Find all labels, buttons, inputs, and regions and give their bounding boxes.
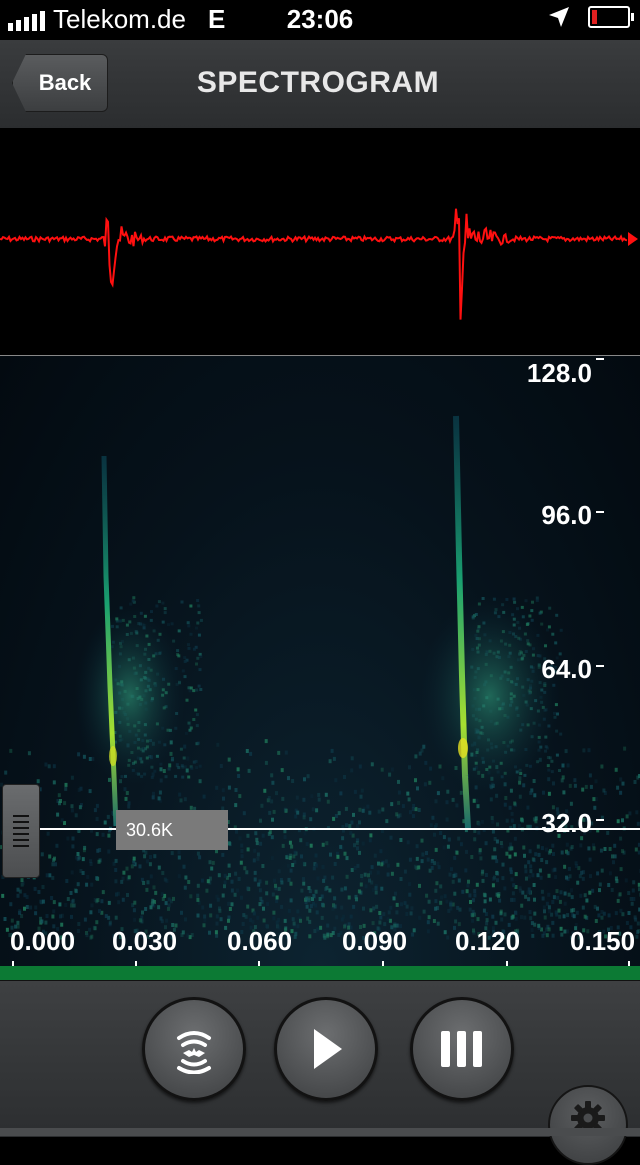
page-title: SPECTROGRAM [0, 66, 636, 100]
y-axis-label: 96.0 [541, 500, 592, 531]
bat-detector-button[interactable] [142, 997, 246, 1101]
battery-icon [588, 6, 630, 28]
y-axis-tick [596, 665, 604, 667]
x-axis-label: 0.090 [342, 926, 407, 957]
frequency-readout: 30.6K [116, 810, 228, 850]
pause-icon [437, 1029, 487, 1069]
frequency-cursor-handle[interactable] [2, 784, 40, 878]
y-axis-label: 32.0 [541, 808, 592, 839]
x-axis-label: 0.030 [112, 926, 177, 957]
waveform-view [0, 128, 640, 356]
y-axis-tick [596, 819, 604, 821]
play-button[interactable] [274, 997, 378, 1101]
y-axis-label: 64.0 [541, 654, 592, 685]
y-axis-tick [596, 511, 604, 513]
x-axis-label: 0.060 [227, 926, 292, 957]
status-icons [548, 6, 630, 28]
pause-button[interactable] [410, 997, 514, 1101]
bat-detector-icon [169, 1024, 219, 1074]
grip-icon [13, 815, 29, 851]
play-icon [306, 1027, 346, 1071]
waveform-trace [0, 128, 640, 355]
x-axis-label: 0.120 [455, 926, 520, 957]
y-axis-label: 128.0 [527, 358, 592, 389]
spectrogram-view[interactable]: 128.0 96.0 64.0 32.0 0.000 0.030 0.060 0… [0, 356, 640, 980]
playback-timeline[interactable] [0, 966, 640, 980]
settings-button[interactable] [548, 1085, 628, 1165]
battery-level [592, 10, 597, 24]
navigation-bar: Back SPECTROGRAM [0, 40, 640, 129]
location-arrow-icon [548, 6, 570, 28]
y-axis-tick [596, 358, 604, 360]
status-bar: Telekom.de E 23:06 [0, 0, 640, 40]
x-axis-label: 0.150 [570, 926, 635, 957]
bottom-edge [0, 1128, 640, 1136]
status-time: 23:06 [0, 4, 640, 35]
x-axis-label: 0.000 [10, 926, 75, 957]
playback-controls [0, 980, 640, 1137]
